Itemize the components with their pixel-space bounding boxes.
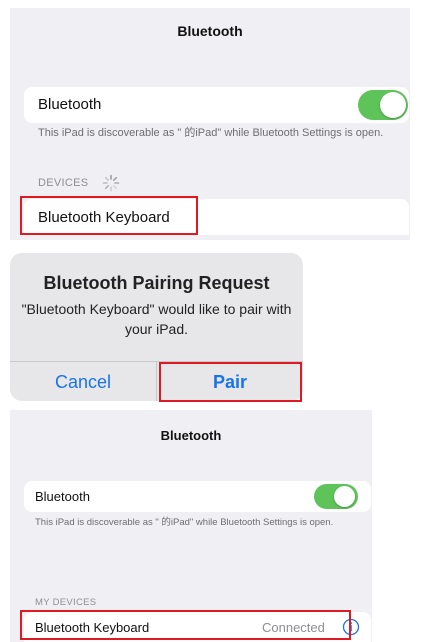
toggle-knob — [380, 92, 406, 118]
page-title: Bluetooth — [160, 428, 222, 443]
discoverable-footnote: This iPad is discoverable as " 的iPad" wh… — [35, 517, 334, 528]
toggle-knob — [334, 486, 355, 507]
highlight-box-connected-device — [20, 610, 351, 640]
loading-spinner-icon — [102, 174, 120, 192]
bluetooth-label: Bluetooth — [38, 96, 102, 113]
alert-message: "Bluetooth Keyboard" would like to pair … — [21, 301, 292, 337]
bluetooth-toggle[interactable] — [314, 484, 358, 509]
bluetooth-toggle[interactable] — [358, 90, 408, 120]
discoverable-footnote: This iPad is discoverable as " 的iPad" wh… — [38, 127, 384, 139]
page-title: Bluetooth — [177, 23, 243, 39]
cancel-button[interactable]: Cancel — [10, 363, 156, 401]
highlight-box-pair — [159, 362, 302, 402]
bluetooth-toggle-row: Bluetooth — [24, 481, 371, 512]
devices-header-label: DEVICES — [38, 177, 89, 189]
alert-title: Bluetooth Pairing Request — [43, 273, 270, 293]
bluetooth-settings-screen-3: Bluetooth Bluetooth This iPad is discove… — [10, 410, 372, 642]
bluetooth-toggle-row: Bluetooth — [24, 87, 409, 123]
bluetooth-label: Bluetooth — [35, 489, 90, 504]
my-devices-section-header: MY DEVICES — [35, 597, 97, 608]
devices-section-header: DEVICES — [38, 174, 120, 192]
highlight-box-device — [20, 196, 198, 235]
